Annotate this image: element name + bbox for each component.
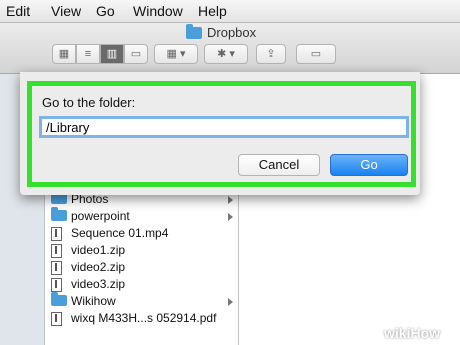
dialog-prompt: Go to the folder: <box>42 95 136 110</box>
file-name: Wikihow <box>71 294 116 308</box>
view-switcher: ▦ ≡ ▥ ▭ <box>52 44 148 64</box>
folder-icon <box>51 207 67 221</box>
document-icon <box>51 227 62 241</box>
gear-icon: ✱ ▾ <box>217 48 235 60</box>
menu-go[interactable]: Go <box>96 3 115 19</box>
file-name: powerpoint <box>71 209 130 223</box>
file-name: video2.zip <box>71 260 126 274</box>
column-view-icon[interactable]: ▥ <box>100 44 124 64</box>
cover-flow-icon[interactable]: ▭ <box>124 44 148 64</box>
icon-view-icon[interactable]: ▦ <box>52 44 76 64</box>
watermark-how: How <box>410 325 441 341</box>
file-name: Sequence 01.mp4 <box>71 226 169 240</box>
list-view-icon[interactable]: ≡ <box>76 44 100 64</box>
file-name: wixq M433H...s 052914.pdf <box>71 311 217 325</box>
document-icon <box>51 244 62 258</box>
list-item[interactable]: video1.zip <box>45 242 238 259</box>
disclosure-arrow-icon <box>228 298 233 306</box>
finder-toolbar: Dropbox ▦ ≡ ▥ ▭ ▦ ▾ ✱ ▾ ⇪ ▭ <box>0 23 460 74</box>
share-button[interactable]: ⇪ <box>256 44 286 64</box>
watermark-wiki: wiki <box>384 325 411 341</box>
list-item[interactable]: Wikihow <box>45 292 238 310</box>
menu-edit[interactable]: Edit <box>6 3 30 19</box>
menu-window[interactable]: Window <box>133 3 183 19</box>
arrange-button[interactable]: ▦ ▾ <box>154 44 198 64</box>
document-icon <box>51 278 62 292</box>
action-button[interactable]: ✱ ▾ <box>204 44 248 64</box>
watermark-logo: wikiHow <box>384 325 440 341</box>
document-icon <box>51 261 62 275</box>
tag-icon: ▭ <box>310 48 322 60</box>
folder-icon <box>186 23 202 39</box>
document-icon <box>51 312 62 326</box>
cancel-button[interactable]: Cancel <box>238 154 320 176</box>
menu-bar: Edit View Go Window Help <box>0 0 460 23</box>
folder-path-input[interactable] <box>39 116 409 138</box>
menu-help[interactable]: Help <box>198 3 227 19</box>
list-item[interactable]: Sequence 01.mp4 <box>45 225 238 242</box>
go-button[interactable]: Go <box>330 154 408 176</box>
folder-icon <box>51 292 67 306</box>
tag-button[interactable]: ▭ <box>296 44 336 64</box>
window-title-text: Dropbox <box>207 25 257 40</box>
list-item[interactable]: video2.zip <box>45 259 238 276</box>
list-item[interactable]: video3.zip <box>45 276 238 293</box>
window-title: Dropbox <box>186 23 257 40</box>
arrange-icon: ▦ ▾ <box>166 48 186 60</box>
share-icon: ⇪ <box>266 48 276 60</box>
file-name: video3.zip <box>71 277 126 291</box>
list-item[interactable]: wixq M433H...s 052914.pdf <box>45 310 238 327</box>
disclosure-arrow-icon <box>228 213 233 221</box>
disclosure-arrow-icon <box>228 196 233 204</box>
menu-view[interactable]: View <box>51 3 81 19</box>
list-item[interactable]: powerpoint <box>45 207 238 225</box>
file-name: video1.zip <box>71 243 126 257</box>
